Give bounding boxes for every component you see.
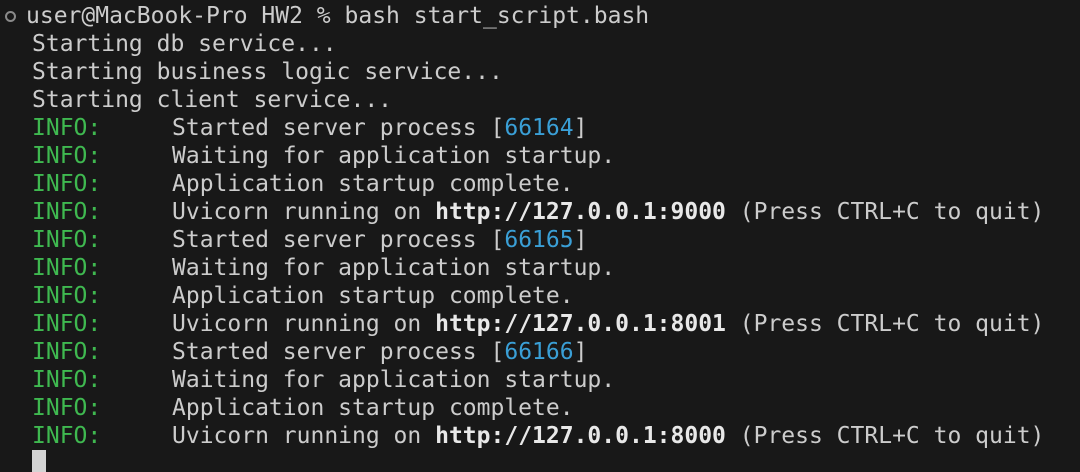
log-level: INFO: bbox=[32, 395, 102, 421]
log-level: INFO: bbox=[32, 367, 102, 393]
server-url-link[interactable]: http://127.0.0.1:8001 bbox=[435, 311, 726, 337]
log-level: INFO: bbox=[32, 143, 102, 169]
startup-message: Starting client service... bbox=[32, 87, 393, 113]
log-level: INFO: bbox=[32, 171, 102, 197]
log-line: INFO: Uvicorn running on http://127.0.0.1… bbox=[32, 199, 1045, 225]
log-level: INFO: bbox=[32, 339, 102, 365]
prompt-context: user@MacBook-Pro HW2 % bbox=[26, 3, 345, 29]
log-level: INFO: bbox=[32, 199, 102, 225]
log-line: INFO: Waiting for application startup. bbox=[32, 143, 616, 169]
log-line: INFO: Application startup complete. bbox=[32, 283, 574, 309]
log-line: INFO: Started server process [66166] bbox=[32, 339, 588, 365]
server-url-link[interactable]: http://127.0.0.1:8000 bbox=[435, 423, 726, 449]
server-url-link[interactable]: http://127.0.0.1:9000 bbox=[435, 199, 726, 225]
startup-message: Starting db service... bbox=[32, 31, 337, 57]
log-level: INFO: bbox=[32, 227, 102, 253]
terminal-output: user@MacBook-Pro HW2 % bash start_script… bbox=[0, 2, 1080, 450]
log-level: INFO: bbox=[32, 423, 102, 449]
prompt-line: user@MacBook-Pro HW2 % bash start_script… bbox=[0, 2, 1080, 30]
prompt-status-icon bbox=[5, 11, 16, 22]
process-id: 66164 bbox=[504, 115, 574, 141]
startup-message: Starting business logic service... bbox=[32, 59, 503, 85]
log-level: INFO: bbox=[32, 255, 102, 281]
log-line: INFO: Application startup complete. bbox=[32, 171, 574, 197]
terminal-cursor[interactable] bbox=[32, 450, 46, 472]
log-line: INFO: Waiting for application startup. bbox=[32, 367, 616, 393]
process-id: 66165 bbox=[504, 227, 574, 253]
log-line: INFO: Uvicorn running on http://127.0.0.1… bbox=[32, 311, 1045, 337]
log-line: INFO: Started server process [66165] bbox=[32, 227, 588, 253]
prompt-command: bash start_script.bash bbox=[344, 3, 650, 29]
log-line: INFO: Started server process [66164] bbox=[32, 115, 588, 141]
process-id: 66166 bbox=[504, 339, 574, 365]
log-line: INFO: Application startup complete. bbox=[32, 395, 574, 421]
log-level: INFO: bbox=[32, 115, 102, 141]
log-level: INFO: bbox=[32, 311, 102, 337]
log-line: INFO: Waiting for application startup. bbox=[32, 255, 616, 281]
log-line: INFO: Uvicorn running on http://127.0.0.1… bbox=[32, 423, 1045, 449]
log-level: INFO: bbox=[32, 283, 102, 309]
